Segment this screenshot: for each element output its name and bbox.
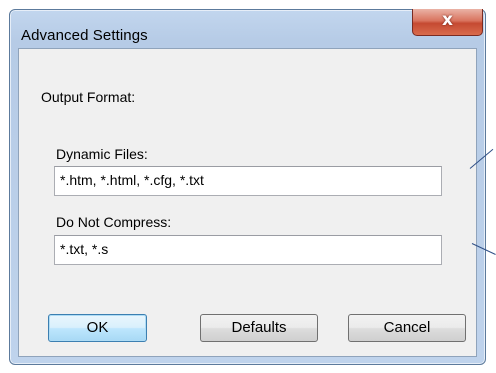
close-button[interactable]: x	[412, 9, 483, 36]
close-icon[interactable]: x	[413, 10, 482, 30]
defaults-button[interactable]: Defaults	[200, 314, 318, 342]
title-bar[interactable]: Advanced Settings x	[10, 9, 485, 50]
do-not-compress-input[interactable]: *.txt, *.s	[54, 235, 442, 265]
dialog-body: Output Format: Dynamic Files: *.htm, *.h…	[18, 48, 477, 357]
output-format-label: Output Format:	[41, 89, 136, 105]
dynamic-files-input[interactable]: *.htm, *.html, *.cfg, *.txt	[54, 166, 442, 196]
do-not-compress-label: Do Not Compress:	[56, 214, 172, 230]
cancel-button[interactable]: Cancel	[348, 314, 466, 342]
window-title: Advanced Settings	[21, 27, 148, 44]
ok-button[interactable]: OK	[48, 314, 147, 342]
advanced-settings-dialog: Advanced Settings x Output Format: Dynam…	[9, 9, 486, 365]
dynamic-files-label: Dynamic Files:	[56, 146, 148, 162]
